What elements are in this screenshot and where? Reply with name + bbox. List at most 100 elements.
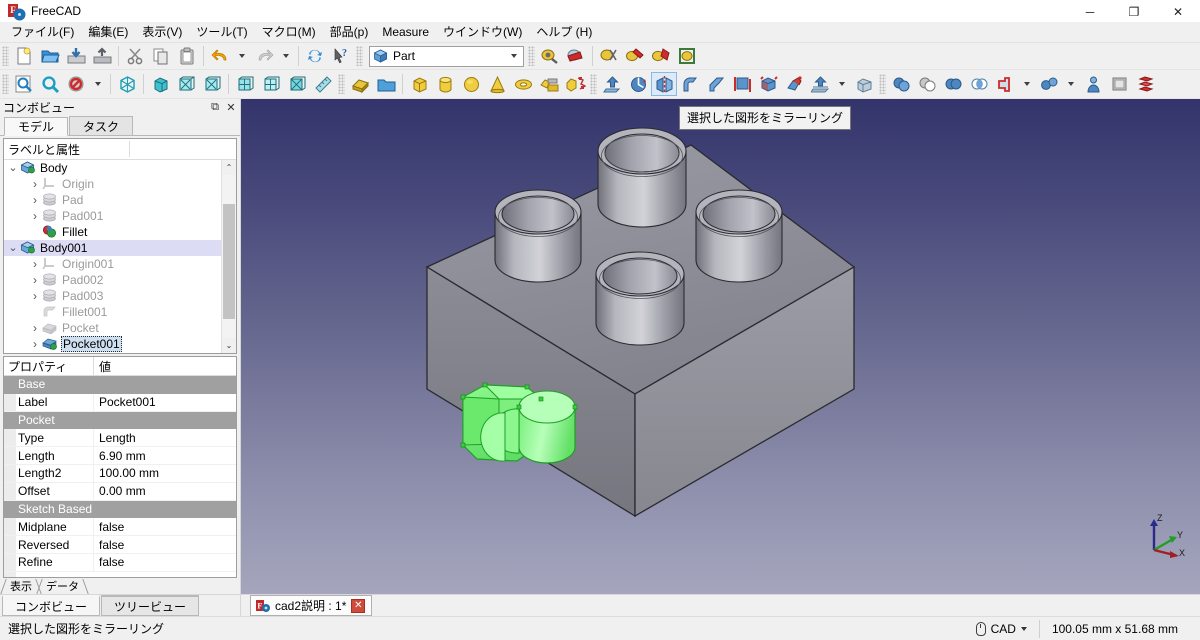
fit-all-button[interactable] [11, 72, 37, 96]
boolean-op-button[interactable] [888, 72, 914, 96]
chevron-right-icon[interactable]: › [28, 337, 42, 351]
split-button[interactable] [1036, 72, 1062, 96]
tree-item-fillet[interactable]: Fillet [4, 224, 236, 240]
menu-help[interactable]: ヘルプ (H) [529, 23, 599, 42]
chevron-right-icon[interactable]: › [28, 193, 42, 207]
split-dropdown-button[interactable] [1062, 72, 1080, 96]
tree-item-origin001[interactable]: › Origin001 [4, 256, 236, 272]
property-row[interactable]: Midplane false [4, 518, 236, 537]
tab-model[interactable]: モデル [4, 117, 69, 136]
cone-primitive-button[interactable] [484, 72, 510, 96]
macro-stop-button[interactable] [563, 44, 589, 68]
offset-dropdown-button[interactable] [833, 72, 851, 96]
property-row[interactable]: Type Length [4, 429, 236, 448]
chevron-right-icon[interactable]: › [28, 209, 42, 223]
tree-item-pad001[interactable]: › Pad001 [4, 208, 236, 224]
menu-measure[interactable]: Measure [375, 23, 436, 42]
macro-attach-button[interactable] [674, 44, 700, 68]
paste-button[interactable] [174, 44, 200, 68]
offset-button[interactable] [807, 72, 833, 96]
draw-style-dropdown-button[interactable] [89, 72, 107, 96]
primitives-button[interactable] [536, 72, 562, 96]
copy-button[interactable] [148, 44, 174, 68]
property-row[interactable]: Length 6.90 mm [4, 447, 236, 465]
extrude-button[interactable] [599, 72, 625, 96]
undo-button[interactable] [207, 44, 233, 68]
box-primitive-button[interactable] [406, 72, 432, 96]
float-panel-icon[interactable]: ⧉ [208, 101, 222, 115]
tree-item-fillet001[interactable]: Fillet001 [4, 304, 236, 320]
menu-macro[interactable]: マクロ(M) [255, 23, 323, 42]
property-row[interactable]: Label Pocket001 [4, 393, 236, 412]
close-button[interactable]: ✕ [1156, 0, 1200, 23]
bottom-tab-tree-view[interactable]: ツリービュー [101, 595, 200, 616]
menu-view[interactable]: 表示(V) [135, 23, 189, 42]
fit-selection-button[interactable] [37, 72, 63, 96]
create-group-button[interactable] [373, 72, 399, 96]
refresh-button[interactable] [302, 44, 328, 68]
tree-item-body001[interactable]: ⌄ Body001 [4, 240, 236, 256]
chevron-down-icon[interactable]: ⌄ [6, 241, 20, 255]
property-value[interactable]: Pocket001 [94, 394, 236, 411]
tree-item-body[interactable]: ⌄ Body [4, 160, 236, 176]
cylinder-primitive-button[interactable] [432, 72, 458, 96]
workbench-selector[interactable]: Part [369, 45, 524, 67]
top-view-button[interactable] [199, 72, 225, 96]
redo-dropdown-button[interactable] [277, 44, 295, 68]
document-tab[interactable]: F cad2説明 : 1* ✕ [250, 595, 373, 616]
tree-item-pad003[interactable]: › Pad003 [4, 288, 236, 304]
bottom-view-button[interactable] [284, 72, 310, 96]
thickness-button[interactable] [851, 72, 877, 96]
tab-tasks[interactable]: タスク [69, 116, 134, 135]
property-value[interactable]: 6.90 mm [94, 447, 236, 464]
tree-item-pad002[interactable]: › Pad002 [4, 272, 236, 288]
toolbar-grip[interactable] [2, 46, 9, 66]
macro-execute-button[interactable] [596, 44, 622, 68]
intersection-op-button[interactable] [966, 72, 992, 96]
toolbar-grip[interactable] [528, 46, 535, 66]
menu-tools[interactable]: ツール(T) [189, 23, 254, 42]
isometric-view-button[interactable] [114, 72, 140, 96]
macro-debug-button[interactable] [648, 44, 674, 68]
chevron-right-icon[interactable]: › [28, 289, 42, 303]
mirror-button[interactable] [651, 72, 677, 96]
join-dropdown-button[interactable] [1018, 72, 1036, 96]
minimize-button[interactable]: ─ [1068, 0, 1112, 23]
fillet-button[interactable] [677, 72, 703, 96]
property-row[interactable]: Reversed false [4, 536, 236, 554]
property-value[interactable]: false [94, 518, 236, 535]
save-document-button[interactable] [63, 44, 89, 68]
macro-edit-button[interactable] [622, 44, 648, 68]
menu-file[interactable]: ファイル(F) [4, 23, 81, 42]
property-row[interactable]: Length2 100.00 mm [4, 464, 236, 483]
loft-button[interactable] [755, 72, 781, 96]
toolbar-grip[interactable] [879, 74, 886, 94]
menu-edit[interactable]: 編集(E) [81, 23, 135, 42]
chevron-right-icon[interactable]: › [28, 257, 42, 271]
check-geometry-button[interactable] [1106, 72, 1132, 96]
tab-data-properties[interactable]: データ [39, 579, 86, 594]
cross-sections-button[interactable] [1132, 72, 1158, 96]
property-value[interactable]: false [94, 536, 236, 553]
chevron-right-icon[interactable]: › [28, 321, 42, 335]
property-value[interactable]: false [94, 554, 236, 571]
cut-op-button[interactable] [914, 72, 940, 96]
torus-primitive-button[interactable] [510, 72, 536, 96]
sweep-button[interactable] [781, 72, 807, 96]
menu-window[interactable]: ウインドウ(W) [436, 23, 529, 42]
tree-item-pocket[interactable]: › Pocket [4, 320, 236, 336]
maximize-button[interactable]: ❐ [1112, 0, 1156, 23]
axonometric-view-button[interactable] [147, 72, 173, 96]
scroll-down-icon[interactable]: ⌄ [222, 338, 236, 353]
bottom-tab-combo-view[interactable]: コンボビュー [2, 595, 101, 616]
front-view-button[interactable] [173, 72, 199, 96]
chevron-right-icon[interactable]: › [28, 273, 42, 287]
chamfer-button[interactable] [703, 72, 729, 96]
chevron-down-icon[interactable]: ⌄ [6, 161, 20, 175]
close-panel-icon[interactable]: ✕ [224, 101, 238, 115]
measure-button[interactable] [310, 72, 336, 96]
property-row[interactable]: Offset 0.00 mm [4, 482, 236, 501]
navigation-style-selector[interactable]: CAD [964, 620, 1039, 638]
tree-item-origin[interactable]: › Origin [4, 176, 236, 192]
cut-button[interactable] [122, 44, 148, 68]
